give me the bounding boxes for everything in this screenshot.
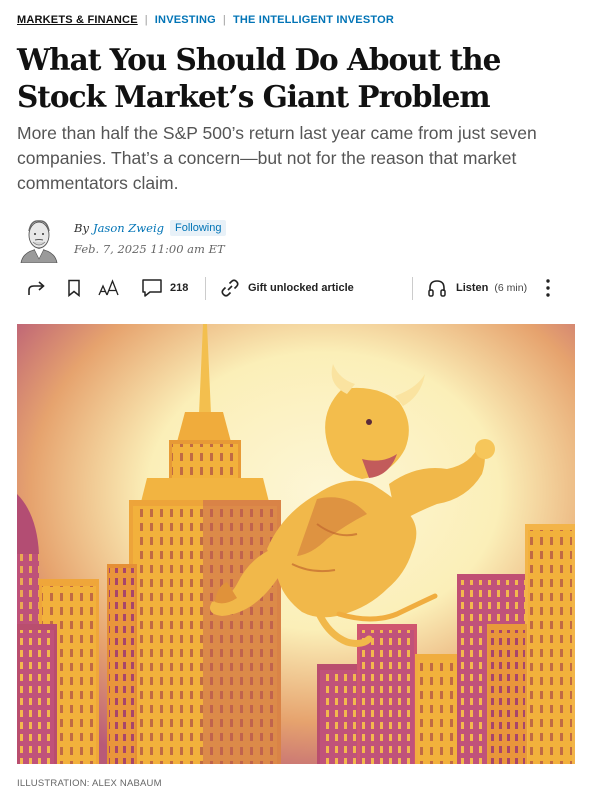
image-caption: ILLUSTRATION: ALEX NABAUM — [17, 778, 162, 789]
bookmark-icon — [68, 279, 80, 297]
publish-date: Feb. 7, 2025 11:00 am ET — [74, 242, 225, 256]
bookmark-button[interactable] — [67, 274, 81, 302]
listen-button[interactable]: Listen (6 min) — [427, 274, 527, 302]
more-options-button[interactable] — [545, 274, 551, 302]
author-avatar[interactable] — [17, 215, 61, 263]
comments-button[interactable]: 218 — [141, 274, 188, 302]
breadcrumb-separator: | — [222, 14, 226, 26]
comment-icon — [142, 279, 162, 297]
gift-article-label: Gift unlocked article — [248, 282, 354, 294]
byline-prefix: By — [74, 221, 89, 235]
toolbar-divider — [412, 277, 413, 300]
share-icon — [28, 281, 45, 295]
text-size-icon — [98, 279, 119, 296]
gift-article-button[interactable]: Gift unlocked article — [220, 274, 354, 302]
article-dek: More than half the S&P 500’s return last… — [17, 123, 537, 193]
listen-label: Listen — [456, 282, 489, 294]
more-icon — [546, 279, 550, 297]
author-link[interactable]: Jason Zweig — [93, 221, 164, 235]
byline: By Jason Zweig Following — [74, 220, 227, 236]
hero-illustration — [17, 324, 575, 764]
share-button[interactable] — [27, 274, 47, 302]
breadcrumb-markets-finance[interactable]: MARKETS & FINANCE — [17, 14, 138, 26]
link-icon — [221, 279, 239, 297]
follow-button[interactable]: Following — [170, 220, 227, 236]
article-headline: What You Should Do About the Stock Marke… — [17, 42, 501, 114]
breadcrumb-investing[interactable]: INVESTING — [155, 14, 216, 26]
breadcrumb-intelligent-investor[interactable]: THE INTELLIGENT INVESTOR — [233, 14, 394, 26]
text-size-button[interactable] — [98, 274, 120, 302]
headphones-icon — [428, 280, 446, 297]
breadcrumb: MARKETS & FINANCE | INVESTING | THE INTE… — [17, 14, 394, 26]
comments-count: 218 — [170, 282, 189, 294]
listen-duration: (6 min) — [494, 282, 528, 294]
breadcrumb-separator: | — [144, 14, 148, 26]
article-toolbar: 218 Gift unlocked article Listen (6 min) — [17, 274, 572, 302]
toolbar-divider — [205, 277, 206, 300]
